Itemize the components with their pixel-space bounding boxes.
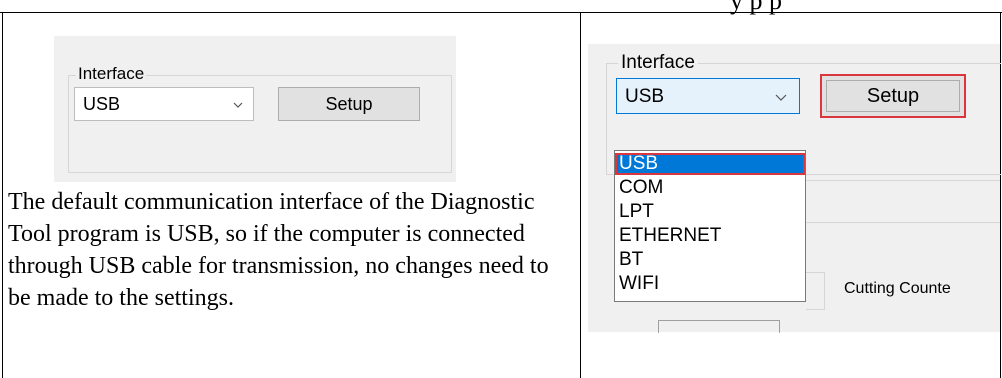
right-interface-screenshot: Interface USB Setup Cutting Counte USB C… bbox=[588, 44, 1001, 333]
dropdown-option-wifi[interactable]: WIFI bbox=[615, 273, 805, 295]
interface-select-value: USB bbox=[83, 94, 121, 114]
interface-select[interactable]: USB bbox=[74, 87, 254, 121]
table-top-border bbox=[0, 12, 1002, 13]
dropdown-option-com[interactable]: COM bbox=[615, 177, 805, 199]
dropdown-option-usb[interactable]: USB bbox=[615, 153, 805, 175]
setup-button-highlighted[interactable]: Setup bbox=[820, 74, 966, 118]
description-text: The default communication interface of t… bbox=[8, 189, 549, 311]
setup-button-label: Setup bbox=[866, 85, 920, 107]
interface-group-label: Interface bbox=[618, 52, 698, 74]
tab-edge bbox=[806, 272, 825, 310]
dropdown-option-ethernet[interactable]: ETHERNET bbox=[615, 225, 805, 247]
interface-select-value: USB bbox=[625, 86, 665, 107]
table-left-border bbox=[2, 12, 3, 378]
table-middle-border bbox=[580, 12, 581, 378]
dropdown-option-lpt[interactable]: LPT bbox=[615, 201, 805, 223]
left-interface-screenshot: Interface USB Setup bbox=[54, 36, 456, 182]
setup-button[interactable]: Setup bbox=[278, 87, 420, 121]
counter-field-edge bbox=[658, 320, 780, 333]
dropdown-option-bt[interactable]: BT bbox=[615, 249, 805, 271]
interface-group-label: Interface bbox=[76, 64, 147, 84]
interface-select-open[interactable]: USB bbox=[616, 78, 800, 114]
chevron-down-icon bbox=[775, 94, 787, 101]
separator-line bbox=[804, 180, 1000, 181]
cutting-counter-label: Cutting Counte bbox=[844, 280, 951, 297]
chevron-down-icon bbox=[233, 102, 243, 108]
interface-dropdown-list: USB COM LPT ETHERNET BT WIFI bbox=[614, 150, 806, 302]
separator-line bbox=[804, 222, 1000, 223]
